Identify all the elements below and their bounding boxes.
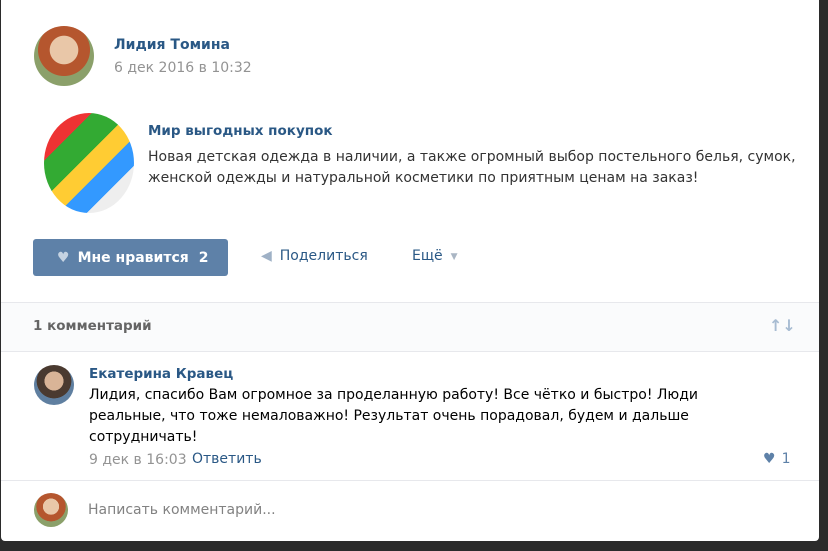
like-button[interactable]: ♥ Мне нравится 2 xyxy=(33,239,228,276)
sort-icon[interactable]: ↑↓ xyxy=(769,316,796,335)
post-date[interactable]: 6 дек 2016 в 10:32 xyxy=(114,60,252,76)
more-button[interactable]: Ещё ▼ xyxy=(412,248,458,266)
chevron-down-icon: ▼ xyxy=(450,252,458,262)
commenter-name[interactable]: Екатерина Кравец xyxy=(89,366,233,382)
repost-text: Новая детская одежда в наличии, а также … xyxy=(148,149,796,186)
comment-like-count: 1 xyxy=(781,451,791,467)
commenter-avatar[interactable] xyxy=(34,365,74,405)
comments-count: 1 комментарий xyxy=(33,318,152,334)
reply-link[interactable]: Ответить xyxy=(192,451,262,467)
post-card: Лидия Томина 6 дек 2016 в 10:32 Мир выго… xyxy=(1,0,819,541)
author-avatar[interactable] xyxy=(34,26,94,86)
group-avatar[interactable] xyxy=(44,113,134,213)
divider xyxy=(1,480,819,481)
comment-input[interactable]: Написать комментарий... xyxy=(88,502,276,518)
comment-date[interactable]: 9 дек в 16:03 xyxy=(89,452,187,468)
group-name[interactable]: Мир выгодных покупок xyxy=(148,123,333,139)
comment-like-button[interactable]: ♥ 1 xyxy=(763,451,790,467)
share-button[interactable]: ◀ Поделиться xyxy=(261,248,368,264)
my-avatar xyxy=(34,493,68,527)
heart-icon: ♥ xyxy=(763,451,776,467)
like-count: 2 xyxy=(198,249,209,266)
author-name[interactable]: Лидия Томина xyxy=(114,37,230,53)
comment-text: Лидия, спасибо Вам огромное за проделанн… xyxy=(89,387,698,445)
megaphone-icon: ◀ xyxy=(261,248,272,264)
more-label: Ещё xyxy=(412,248,443,264)
comments-header: 1 комментарий ↑↓ xyxy=(1,302,819,352)
like-label: Мне нравится xyxy=(77,249,189,266)
heart-icon: ♥ xyxy=(57,249,70,266)
share-label: Поделиться xyxy=(279,248,368,264)
